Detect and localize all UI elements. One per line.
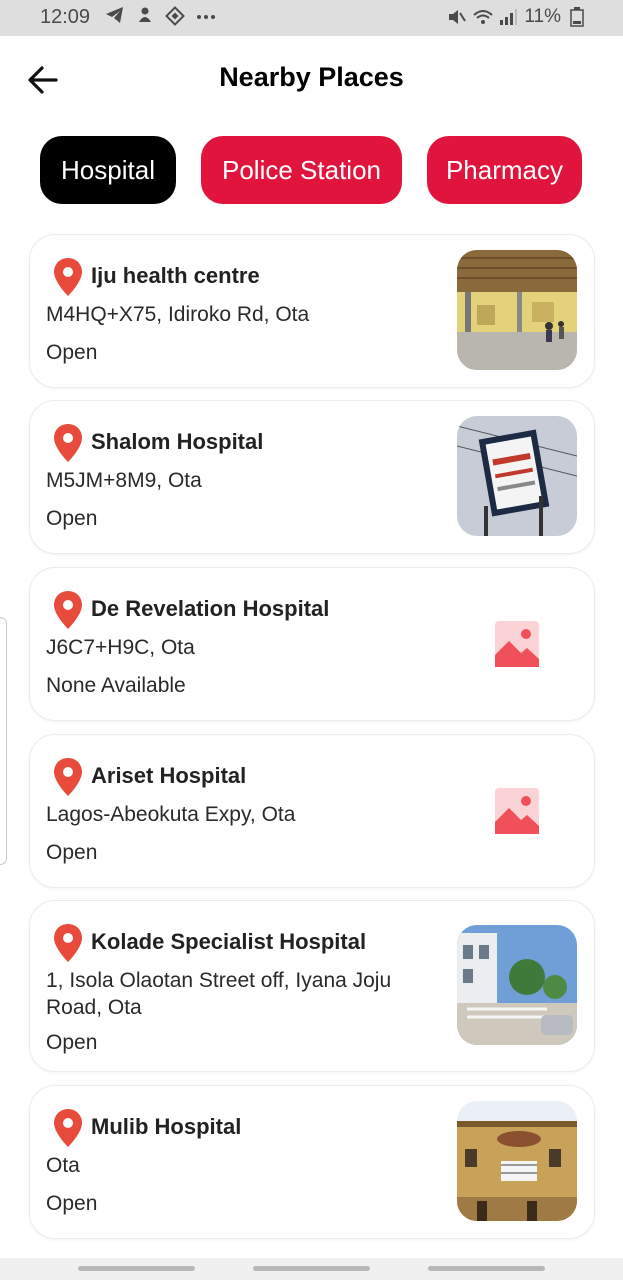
location-pin-icon	[54, 924, 82, 962]
mute-icon	[446, 7, 467, 27]
place-photo	[457, 416, 577, 536]
place-photo	[457, 925, 577, 1045]
tab-police-station-label: Police Station	[222, 154, 381, 185]
place-name: Shalom Hospital	[91, 429, 264, 454]
place-photo	[457, 1101, 577, 1221]
status-bar: 12:09 11%	[0, 0, 623, 36]
place-status: Open	[46, 1192, 98, 1215]
tab-hospital-label: Hospital	[61, 154, 155, 185]
battery-icon	[567, 7, 587, 27]
location-pin-icon	[54, 258, 82, 296]
place-name: Iju health centre	[91, 263, 260, 288]
tab-pharmacy-label: Pharmacy	[445, 154, 564, 185]
recent-apps-button[interactable]	[78, 1266, 195, 1271]
place-address: J6C7+H9C, Ota	[46, 636, 195, 659]
place-name: De Revelation Hospital	[91, 596, 330, 621]
side-edge-handle[interactable]	[0, 617, 7, 865]
status-right-icons: 11%	[446, 6, 587, 28]
location-pin-icon	[54, 758, 82, 796]
place-photo	[457, 250, 577, 370]
place-address: Lagos-Abeokuta Expy, Ota	[46, 803, 296, 826]
place-name: Ariset Hospital	[91, 763, 247, 788]
location-pin-icon	[54, 591, 82, 629]
status-time: 12:09	[40, 6, 91, 28]
place-address: M4HQ+X75, Idiroko Rd, Ota	[46, 303, 310, 326]
place-name: Mulib Hospital	[91, 1114, 242, 1139]
place-status: None Available	[46, 674, 186, 697]
telegram-icon	[105, 6, 125, 26]
place-status: Open	[46, 1031, 98, 1054]
place-status: Open	[46, 841, 98, 864]
navigation-bar	[0, 1258, 623, 1280]
place-card[interactable]: Mulib Hospital Ota Open	[29, 1085, 595, 1239]
tab-police-station[interactable]: Police Station	[201, 136, 402, 204]
place-status: Open	[46, 341, 98, 364]
signal-icon	[498, 7, 518, 27]
place-address: Ota	[46, 1154, 80, 1177]
location-pin-icon	[54, 1109, 82, 1147]
tab-hospital[interactable]: Hospital	[40, 136, 176, 204]
app-icon	[165, 6, 185, 26]
back-nav-button[interactable]	[428, 1266, 545, 1271]
image-placeholder-icon	[495, 788, 539, 834]
place-card[interactable]: De Revelation Hospital J6C7+H9C, Ota Non…	[29, 567, 595, 721]
home-button[interactable]	[253, 1266, 370, 1271]
place-card[interactable]: Iju health centre M4HQ+X75, Idiroko Rd, …	[29, 234, 595, 388]
battery-percent: 11%	[524, 6, 561, 27]
image-placeholder-icon	[495, 621, 539, 667]
more-icon	[195, 6, 215, 26]
location-pin-icon	[54, 424, 82, 462]
place-address: 1, Isola Olaotan Street off, Iyana Joju …	[46, 969, 392, 1019]
notification-icon	[135, 6, 155, 26]
status-left-icons	[105, 6, 215, 26]
place-card[interactable]: Kolade Specialist Hospital 1, Isola Olao…	[29, 900, 595, 1072]
page-title: Nearby Places	[219, 62, 404, 92]
place-name: Kolade Specialist Hospital	[91, 929, 367, 954]
place-status: Open	[46, 507, 98, 530]
wifi-icon	[472, 7, 494, 27]
tab-pharmacy[interactable]: Pharmacy	[427, 136, 582, 204]
place-card[interactable]: Ariset Hospital Lagos-Abeokuta Expy, Ota…	[29, 734, 595, 888]
place-address: M5JM+8M9, Ota	[46, 469, 202, 492]
place-card[interactable]: Shalom Hospital M5JM+8M9, Ota Open	[29, 400, 595, 554]
